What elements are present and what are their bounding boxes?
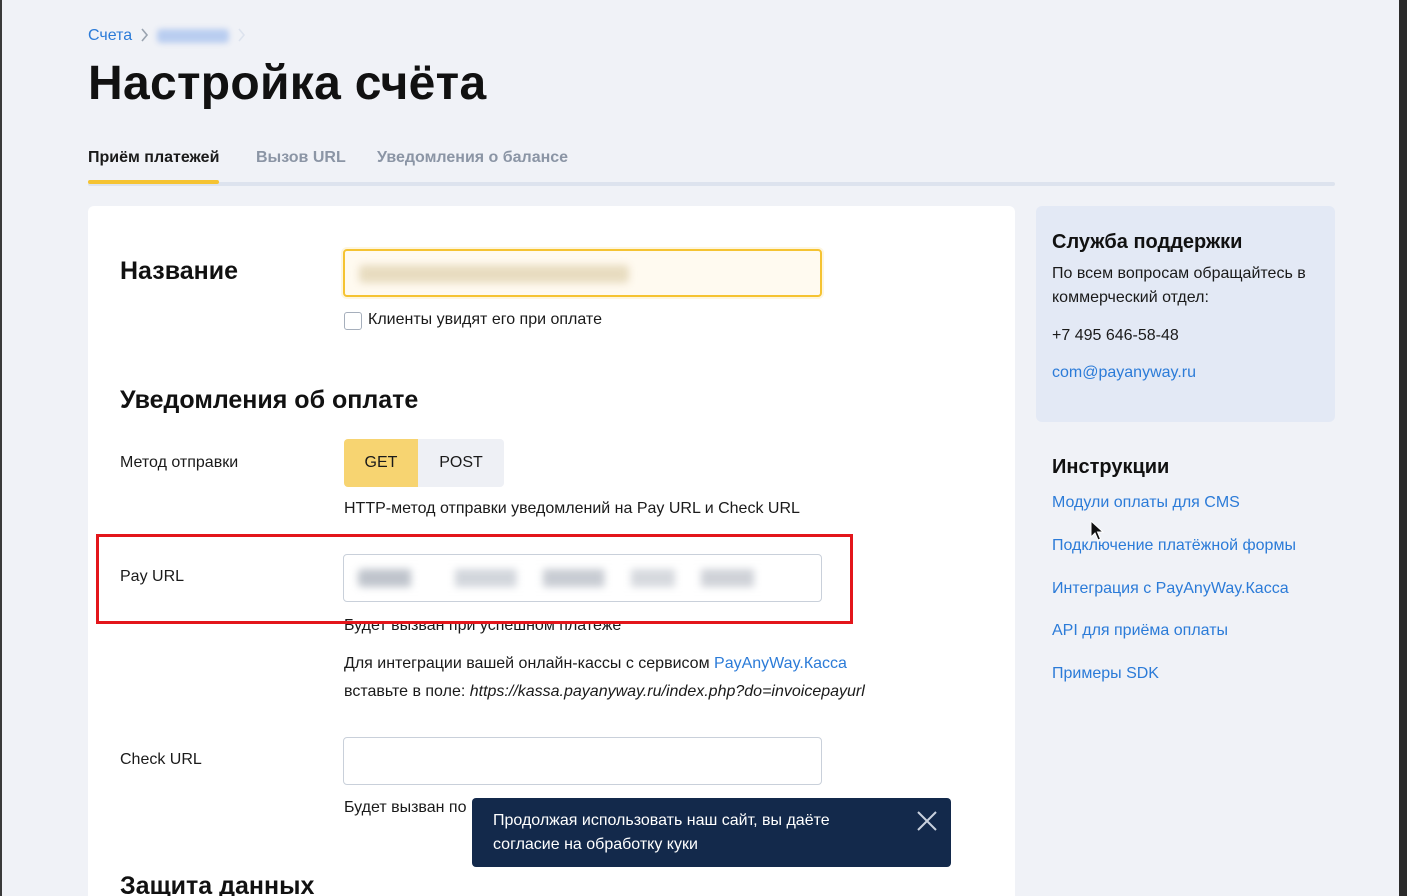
instructions-link-cms[interactable]: Модули оплаты для CMS	[1052, 494, 1240, 512]
tab-bar: Приём платежей Вызов URL Уведомления о б…	[88, 146, 1335, 186]
window-frame-right	[1399, 0, 1407, 896]
account-name-input[interactable]	[343, 249, 822, 297]
show-to-clients-label: Клиенты увидят его при оплате	[368, 311, 602, 328]
instructions-link-payment-form[interactable]: Подключение платёжной формы	[1052, 537, 1296, 555]
kassa-paste-text: вставьте в поле:	[344, 683, 470, 700]
check-url-label: Check URL	[120, 751, 202, 768]
instructions-link-sdk[interactable]: Примеры SDK	[1052, 665, 1159, 683]
close-icon[interactable]	[915, 809, 939, 833]
instructions-title: Инструкции	[1052, 456, 1170, 478]
chevron-right-icon	[140, 27, 149, 45]
name-section-title: Название	[120, 257, 239, 285]
support-text: По всем вопросам обращайтесь в коммерчес…	[1052, 265, 1306, 306]
cookie-toast-text: Продолжая использовать наш сайт, вы даёт…	[493, 812, 830, 853]
method-post-button[interactable]: POST	[418, 439, 504, 487]
account-name-value-redacted	[359, 265, 629, 283]
kassa-help-line-1: Для интеграции вашей онлайн-кассы с серв…	[344, 650, 847, 678]
support-phone: +7 495 646-58-48	[1052, 327, 1179, 344]
data-protection-title: Защита данных	[120, 872, 315, 896]
notify-section-title: Уведомления об оплате	[120, 386, 419, 414]
mouse-cursor-icon	[1090, 520, 1104, 541]
tab-track	[88, 182, 1335, 186]
kassa-url: https://kassa.payanyway.ru/index.php?do=…	[469, 683, 865, 700]
highlight-box	[96, 534, 853, 624]
method-help: HTTP-метод отправки уведомлений на Pay U…	[344, 500, 800, 517]
support-title: Служба поддержки	[1052, 231, 1243, 253]
kassa-help-text: Для интеграции вашей онлайн-кассы с серв…	[344, 655, 715, 672]
check-url-input[interactable]	[343, 737, 822, 785]
breadcrumb: Счета	[88, 27, 246, 45]
window-frame-left	[0, 0, 2, 896]
show-to-clients-checkbox[interactable]	[344, 312, 362, 330]
kassa-help-line-2: вставьте в поле: https://kassa.payanyway…	[344, 678, 865, 706]
chevron-right-icon	[237, 27, 246, 45]
check-url-help: Будет вызван по	[344, 799, 467, 816]
instructions-link-kassa[interactable]: Интеграция с PayAnyWay.Касса	[1052, 580, 1289, 598]
tab-payments[interactable]: Приём платежей	[88, 149, 220, 184]
method-toggle: GET POST	[344, 439, 504, 487]
breadcrumb-account-id-redacted[interactable]	[157, 29, 230, 43]
tab-balance-notifications[interactable]: Уведомления о балансе	[377, 149, 568, 167]
method-get-button[interactable]: GET	[344, 439, 418, 487]
support-email-link[interactable]: com@payanyway.ru	[1052, 364, 1196, 382]
tab-url-call[interactable]: Вызов URL	[256, 149, 346, 167]
page-title: Настройка счёта	[88, 57, 487, 110]
method-label: Метод отправки	[120, 454, 239, 471]
instructions-link-api[interactable]: API для приёма оплаты	[1052, 622, 1228, 640]
breadcrumb-accounts-link[interactable]: Счета	[88, 27, 132, 45]
cookie-toast: Продолжая использовать наш сайт, вы даёт…	[472, 798, 951, 867]
kassa-link[interactable]: PayAnyWay.Касса	[714, 655, 847, 672]
